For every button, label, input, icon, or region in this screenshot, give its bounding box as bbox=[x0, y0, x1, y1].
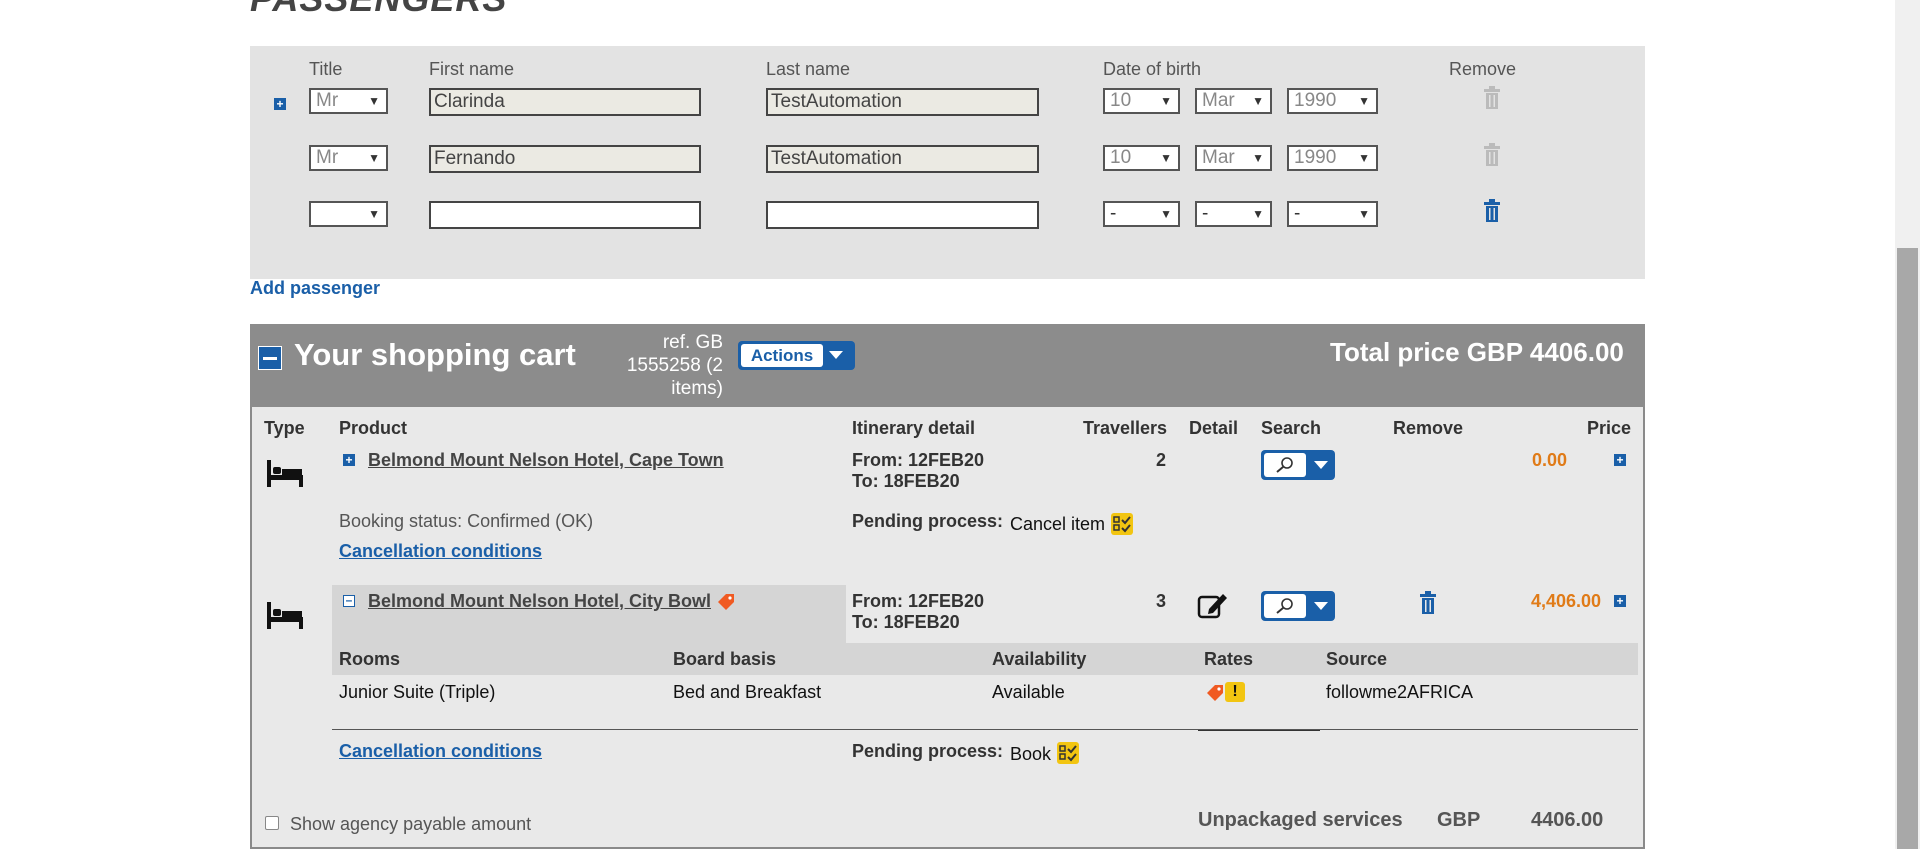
itinerary-to: To: 18FEB20 bbox=[852, 612, 960, 632]
pending-task-icon[interactable] bbox=[1057, 742, 1079, 764]
product-link[interactable]: Belmond Mount Nelson Hotel, Cape Town bbox=[368, 450, 724, 471]
chevron-down-icon bbox=[829, 351, 843, 359]
dob-year-select[interactable]: 1990 ▼ bbox=[1287, 145, 1378, 171]
col-first-name: First name bbox=[429, 59, 515, 79]
col-remove: Remove bbox=[1449, 59, 1517, 79]
header-remove: Remove bbox=[1393, 418, 1464, 438]
search-button[interactable] bbox=[1261, 450, 1335, 480]
warning-icon[interactable]: ! bbox=[1225, 682, 1245, 702]
summary-value: 4406.00 bbox=[1531, 809, 1604, 831]
col-last-name: Last name bbox=[766, 59, 851, 79]
dob-month-select[interactable]: Mar ▼ bbox=[1195, 145, 1272, 171]
header-price: Price bbox=[1587, 418, 1632, 438]
search-button[interactable] bbox=[1261, 591, 1335, 621]
trash-icon[interactable] bbox=[1483, 86, 1501, 110]
magnifier-icon bbox=[1276, 457, 1293, 473]
rate-source: followme2AFRICA bbox=[1326, 682, 1474, 702]
last-name-input[interactable]: TestAutomation bbox=[766, 88, 1039, 116]
expand-passenger-icon[interactable]: + bbox=[274, 98, 286, 110]
col-dob: Date of birth bbox=[1103, 59, 1202, 79]
pending-process-label: Pending process: bbox=[852, 511, 1004, 531]
rooms-col-source: Source bbox=[1326, 649, 1388, 669]
room-type: Junior Suite (Triple) bbox=[339, 682, 496, 702]
bed-icon bbox=[267, 602, 303, 629]
divider bbox=[1198, 730, 1320, 731]
passengers-panel: Title First name Last name Date of birth… bbox=[250, 46, 1645, 279]
tag-icon bbox=[1207, 685, 1223, 701]
cancellation-conditions-link[interactable]: Cancellation conditions bbox=[339, 741, 542, 762]
cancellation-conditions-link[interactable]: Cancellation conditions bbox=[339, 541, 542, 562]
trash-icon[interactable] bbox=[1483, 143, 1501, 167]
passengers-heading: PASSENGERS bbox=[250, 0, 507, 20]
last-name-input[interactable] bbox=[766, 201, 1039, 229]
agency-amount-checkbox[interactable] bbox=[265, 816, 279, 830]
magnifier-icon bbox=[1276, 598, 1293, 614]
divider bbox=[332, 729, 1638, 730]
header-itinerary: Itinerary detail bbox=[852, 418, 976, 438]
chevron-down-icon bbox=[1314, 461, 1328, 469]
dob-year-select[interactable]: - ▼ bbox=[1287, 201, 1378, 227]
rooms-col-rates: Rates bbox=[1204, 649, 1254, 669]
tag-icon bbox=[718, 594, 734, 610]
expand-item-icon[interactable]: + bbox=[343, 454, 355, 466]
chevron-down-icon bbox=[1314, 602, 1328, 610]
header-product: Product bbox=[339, 418, 408, 438]
dob-day-select[interactable]: 10 ▼ bbox=[1103, 145, 1180, 171]
summary-currency: GBP bbox=[1437, 809, 1481, 831]
cart-title: Your shopping cart bbox=[294, 337, 576, 372]
header-search: Search bbox=[1261, 418, 1322, 438]
col-title: Title bbox=[309, 59, 343, 79]
pending-process-value: Cancel item bbox=[1010, 514, 1106, 534]
total-price: Total price GBP 4406.00 bbox=[1330, 337, 1624, 367]
header-type: Type bbox=[264, 418, 305, 438]
summary-label: Unpackaged services bbox=[1198, 809, 1403, 831]
edit-icon[interactable] bbox=[1197, 591, 1229, 619]
dob-day-select[interactable]: 10 ▼ bbox=[1103, 88, 1180, 114]
last-name-input[interactable]: TestAutomation bbox=[766, 145, 1039, 173]
travellers-count: 3 bbox=[1156, 591, 1167, 611]
price-detail-icon[interactable]: + bbox=[1614, 454, 1626, 466]
rooms-header-row bbox=[332, 643, 1638, 675]
booking-status: Booking status: Confirmed (OK) bbox=[339, 511, 594, 531]
board-basis: Bed and Breakfast bbox=[673, 682, 822, 702]
item-price: 4,406.00 bbox=[1531, 591, 1602, 611]
pending-task-icon[interactable] bbox=[1111, 513, 1133, 535]
availability: Available bbox=[992, 682, 1065, 702]
travellers-count: 2 bbox=[1156, 450, 1167, 470]
first-name-input[interactable] bbox=[429, 201, 701, 229]
rooms-col-availability: Availability bbox=[992, 649, 1087, 669]
scrollbar-thumb[interactable] bbox=[1897, 248, 1918, 849]
rooms-col-board: Board basis bbox=[673, 649, 777, 669]
first-name-input[interactable]: Clarinda bbox=[429, 88, 701, 116]
title-select[interactable]: Mr ▼ bbox=[309, 145, 388, 171]
agency-amount-label: Show agency payable amount bbox=[290, 814, 532, 834]
product-link[interactable]: Belmond Mount Nelson Hotel, City Bowl bbox=[368, 591, 711, 612]
add-passenger-link[interactable]: Add passenger bbox=[250, 278, 380, 299]
itinerary-from: From: 12FEB20 bbox=[852, 591, 985, 611]
dob-month-select[interactable]: Mar ▼ bbox=[1195, 88, 1272, 114]
title-select[interactable]: Mr ▼ bbox=[309, 88, 388, 114]
pending-process-label: Pending process: bbox=[852, 741, 1004, 761]
itinerary-from: From: 12FEB20 bbox=[852, 450, 985, 470]
dob-month-select[interactable]: - ▼ bbox=[1195, 201, 1272, 227]
itinerary-to: To: 18FEB20 bbox=[852, 471, 960, 491]
trash-icon[interactable] bbox=[1419, 591, 1437, 615]
price-detail-icon[interactable]: + bbox=[1614, 595, 1626, 607]
item-price: 0.00 bbox=[1532, 450, 1568, 470]
pending-process-value: Book bbox=[1010, 744, 1052, 764]
rooms-col-rooms: Rooms bbox=[339, 649, 401, 669]
header-detail: Detail bbox=[1189, 418, 1239, 438]
dob-day-select[interactable]: - ▼ bbox=[1103, 201, 1180, 227]
dob-year-select[interactable]: 1990 ▼ bbox=[1287, 88, 1378, 114]
collapse-cart-icon[interactable] bbox=[258, 346, 282, 370]
actions-button[interactable]: Actions bbox=[738, 341, 855, 370]
trash-icon[interactable] bbox=[1483, 199, 1501, 223]
bed-icon bbox=[267, 460, 303, 487]
cart-reference: ref. GB 1555258 (2 items) bbox=[626, 332, 723, 399]
collapse-item-icon[interactable]: – bbox=[343, 594, 355, 607]
first-name-input[interactable]: Fernando bbox=[429, 145, 701, 173]
header-travellers: Travellers bbox=[1083, 418, 1168, 438]
title-select[interactable]: ▼ bbox=[309, 201, 388, 227]
